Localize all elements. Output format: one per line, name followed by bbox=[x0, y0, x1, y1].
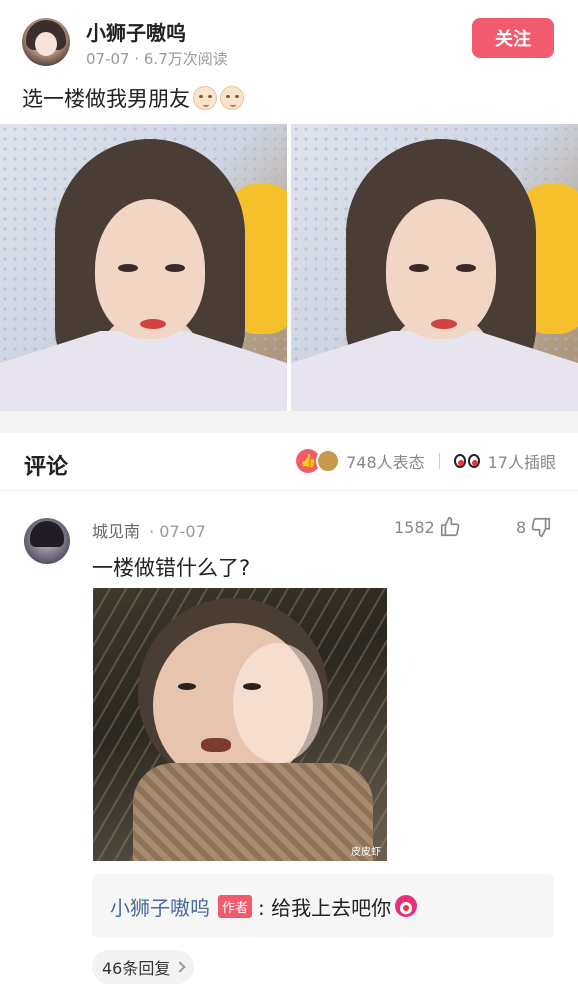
commenter-info: 城见南 · 07-07 bbox=[92, 518, 206, 542]
chevron-right-icon bbox=[174, 961, 187, 973]
reply-author[interactable]: 小狮子嗷呜 bbox=[110, 892, 210, 921]
divider bbox=[438, 453, 440, 469]
author-avatar[interactable] bbox=[22, 18, 70, 66]
smirk-emoji-icon bbox=[193, 86, 217, 110]
image-watermark: 皮皮虾 bbox=[351, 847, 381, 858]
more-replies-label: 46条回复 bbox=[102, 959, 171, 978]
eyes-icon bbox=[453, 452, 482, 470]
post-photo-1[interactable] bbox=[0, 124, 287, 411]
post-header: 小狮子嗷呜 07-07 · 6.7万次阅读 关注 bbox=[0, 0, 578, 80]
commenter-avatar[interactable] bbox=[24, 518, 70, 564]
comment-time: · 07-07 bbox=[149, 522, 206, 541]
post-meta: 07-07 · 6.7万次阅读 bbox=[86, 50, 228, 68]
author-badge: 作者 bbox=[218, 894, 253, 918]
like-count: 1582 bbox=[394, 517, 435, 537]
comment-like-button[interactable]: 1582 bbox=[394, 516, 461, 538]
commenter-name[interactable]: 城见南 bbox=[92, 522, 140, 541]
clown-emoji-icon bbox=[395, 895, 418, 917]
reactions-count: 748人表态 bbox=[346, 453, 425, 472]
eyes-count: 17人插眼 bbox=[487, 453, 556, 472]
author-name[interactable]: 小狮子嗷呜 bbox=[86, 17, 186, 46]
post-title: 选一楼做我男朋友 bbox=[22, 83, 244, 113]
more-replies-button[interactable]: 46条回复 bbox=[92, 950, 195, 984]
post-title-text: 选一楼做我男朋友 bbox=[22, 87, 190, 111]
thumbs-down-icon bbox=[531, 517, 551, 537]
smirk-emoji-icon bbox=[220, 86, 244, 110]
author-reply[interactable]: 小狮子嗷呜 作者 : 给我上去吧你 bbox=[92, 874, 554, 938]
comment-dislike-button[interactable]: 8 bbox=[516, 516, 552, 538]
follow-button[interactable]: 关注 bbox=[472, 18, 554, 58]
thumbs-up-icon bbox=[440, 517, 460, 537]
comment-text: 一楼做错什么了? bbox=[92, 556, 251, 580]
post-photo-2[interactable] bbox=[291, 124, 578, 411]
face-reaction-icon bbox=[316, 449, 341, 473]
comments-title: 评论 bbox=[24, 455, 69, 480]
comment-image[interactable]: 皮皮虾 bbox=[93, 588, 387, 861]
dislike-count: 8 bbox=[516, 517, 527, 537]
comments-header: 评论 👍 748人表态 17人插眼 bbox=[0, 433, 578, 491]
reactions-bar[interactable]: 👍 748人表态 17人插眼 bbox=[296, 449, 556, 473]
section-separator bbox=[0, 411, 578, 433]
reply-text: : 给我上去吧你 bbox=[258, 895, 392, 920]
